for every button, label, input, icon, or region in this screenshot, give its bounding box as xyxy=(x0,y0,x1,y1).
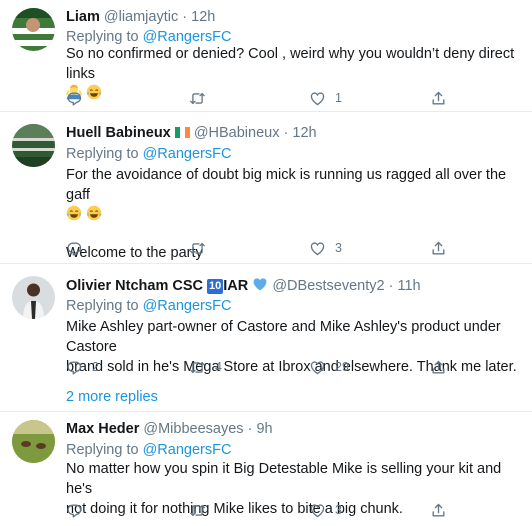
retweet-button[interactable] xyxy=(189,500,215,520)
reply-button[interactable]: 2 xyxy=(66,357,99,377)
blue-heart-icon xyxy=(253,278,267,291)
tweet-1[interactable]: Liam @liamjaytic · 12h Replying to @Rang… xyxy=(0,0,532,112)
timestamp[interactable]: 12h xyxy=(191,9,215,25)
replying-to-label: Replying to xyxy=(66,29,139,45)
replying-to-link[interactable]: @RangersFC xyxy=(143,298,232,314)
like-button[interactable]: 3 xyxy=(309,500,342,520)
separator-dot: · xyxy=(182,9,188,25)
ireland-flag-icon xyxy=(174,127,190,138)
user-handle[interactable]: @liamjaytic xyxy=(104,9,178,25)
reply-button[interactable] xyxy=(66,500,92,520)
emoji-row xyxy=(66,205,522,225)
keycap-ten-emoji: 10 xyxy=(207,279,224,294)
reply-button[interactable] xyxy=(66,238,92,258)
like-count: 3 xyxy=(335,241,342,255)
tweet-3[interactable]: Olivier Ntcham CSC 10 IAR @DBestseventy2 … xyxy=(0,264,532,412)
share-button[interactable] xyxy=(430,88,447,108)
tweet-text-line: No matter how you spin it Big Detestable… xyxy=(66,461,502,497)
reply-icon xyxy=(66,90,83,107)
replying-to-link[interactable]: @RangersFC xyxy=(143,146,232,162)
share-button[interactable] xyxy=(430,500,447,520)
heart-icon xyxy=(309,502,326,519)
show-more-replies-link[interactable]: 2 more replies xyxy=(66,389,158,405)
avatar[interactable] xyxy=(12,8,55,51)
face-with-tears-of-joy-emoji xyxy=(66,205,82,221)
share-icon xyxy=(430,90,447,107)
reply-icon xyxy=(66,502,83,519)
separator-dot: · xyxy=(247,421,253,437)
retweet-button[interactable]: 4 xyxy=(189,357,222,377)
reply-button[interactable] xyxy=(66,88,92,108)
user-handle[interactable]: @DBestseventy2 xyxy=(272,278,384,294)
avatar[interactable] xyxy=(12,124,55,167)
replying-to-link[interactable]: @RangersFC xyxy=(143,442,232,458)
display-name[interactable]: Max Heder xyxy=(66,421,139,437)
display-name[interactable]: Olivier Ntcham CSC xyxy=(66,278,203,294)
share-button[interactable] xyxy=(430,357,447,377)
tweet-actions: 2 4 29 xyxy=(66,357,456,377)
heart-icon xyxy=(309,240,326,257)
tweet-actions: 3 xyxy=(66,238,456,258)
reply-icon xyxy=(66,359,83,376)
tweet-text-line: For the avoidance of doubt big mick is r… xyxy=(66,167,507,203)
reply-icon xyxy=(66,240,83,257)
heart-icon xyxy=(309,90,326,107)
display-name[interactable]: Huell Babineux xyxy=(66,125,171,141)
user-handle[interactable]: @Mibbeesayes xyxy=(143,421,243,437)
tweet-text-line: So no confirmed or denied? Cool , weird … xyxy=(66,46,515,82)
user-handle[interactable]: @HBabineux xyxy=(194,125,280,141)
retweet-button[interactable] xyxy=(189,88,215,108)
share-icon xyxy=(430,502,447,519)
like-count: 1 xyxy=(335,91,342,105)
like-button[interactable]: 1 xyxy=(309,88,342,108)
display-name-suffix[interactable]: IAR xyxy=(223,278,248,294)
tweet-2[interactable]: Huell Babineux @HBabineux · 12h Replying… xyxy=(0,112,532,264)
retweet-icon xyxy=(189,502,206,519)
avatar[interactable] xyxy=(12,420,55,463)
replying-to-label: Replying to xyxy=(66,298,139,314)
heart-icon xyxy=(309,359,326,376)
tweet-actions: 3 xyxy=(66,500,456,520)
separator-dot: · xyxy=(388,278,394,294)
timestamp[interactable]: 9h xyxy=(256,421,272,437)
tweet-actions: 1 xyxy=(66,88,456,108)
like-count: 29 xyxy=(335,360,349,374)
like-button[interactable]: 29 xyxy=(309,357,349,377)
replying-to-link[interactable]: @RangersFC xyxy=(143,29,232,45)
replying-to-label: Replying to xyxy=(66,146,139,162)
timestamp[interactable]: 11h xyxy=(397,278,420,294)
retweet-button[interactable] xyxy=(189,238,215,258)
retweet-icon xyxy=(189,90,206,107)
tweet-4[interactable]: Max Heder @Mibbeesayes · 9h Replying to … xyxy=(0,412,532,526)
retweet-icon xyxy=(189,359,206,376)
reply-count: 2 xyxy=(92,360,99,374)
retweet-icon xyxy=(189,240,206,257)
like-button[interactable]: 3 xyxy=(309,238,342,258)
retweet-count: 4 xyxy=(215,360,222,374)
avatar[interactable] xyxy=(12,276,55,319)
replying-to-label: Replying to xyxy=(66,442,139,458)
separator-dot: · xyxy=(283,125,289,141)
share-icon xyxy=(430,240,447,257)
face-with-tears-of-joy-emoji xyxy=(86,205,102,221)
timestamp[interactable]: 12h xyxy=(292,125,316,141)
display-name[interactable]: Liam xyxy=(66,9,100,25)
tweet-text-line: Mike Ashley part-owner of Castore and Mi… xyxy=(66,319,501,355)
share-icon xyxy=(430,359,447,376)
share-button[interactable] xyxy=(430,238,447,258)
like-count: 3 xyxy=(335,503,342,517)
